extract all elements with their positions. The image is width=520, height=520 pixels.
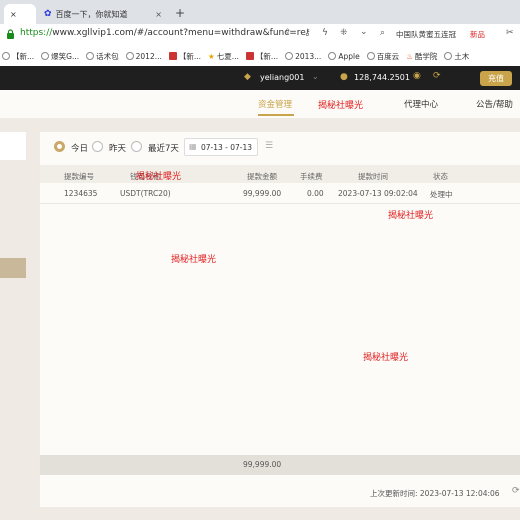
globe-icon xyxy=(125,52,134,60)
bookmark-item[interactable]: Apple xyxy=(328,52,360,61)
row-divider xyxy=(40,203,520,204)
col-time: 提款时间 xyxy=(358,172,388,181)
hot-badge[interactable]: 新品 xyxy=(470,29,485,40)
bookmark-item[interactable]: 话术包 xyxy=(86,51,119,62)
cut-icon[interactable]: ✂ xyxy=(506,28,514,38)
globe-icon xyxy=(86,52,95,60)
browser-tab-bar: × ✿ 百度一下，你就知道 × + xyxy=(0,0,520,24)
browser-tab-current[interactable]: × xyxy=(4,4,36,24)
radio-last7-label[interactable]: 最近7天 xyxy=(148,142,179,154)
username[interactable]: yeliang001 xyxy=(260,73,304,82)
nav-agent[interactable]: 代理中心 xyxy=(404,98,438,110)
diamond-icon: ◆ xyxy=(244,72,251,82)
coin-icon: ● xyxy=(340,72,348,82)
chevron-down-icon[interactable]: ⌄ xyxy=(312,72,319,81)
bookmark-icon xyxy=(168,52,177,60)
baidu-paw-icon: ✿ xyxy=(44,9,52,19)
watermark-header: 揭秘社曝光 xyxy=(136,172,182,182)
radio-last7[interactable] xyxy=(131,141,142,154)
bookmark-item[interactable]: 2012... xyxy=(125,52,162,61)
bookmark-item[interactable]: 土木 xyxy=(444,51,469,62)
bookmark-item[interactable]: 【新... xyxy=(168,51,201,62)
browser-search-input[interactable]: 中国队黄蜜五连冠 xyxy=(396,29,456,40)
cell-fee: 0.00 xyxy=(307,189,324,198)
filter-icon[interactable]: ☰ xyxy=(265,141,273,151)
globe-icon xyxy=(41,52,50,60)
date-range-value: 07-13 - 07-13 xyxy=(201,143,253,152)
cell-status: 处理中 xyxy=(430,190,453,199)
share-icon[interactable]: ⇪ xyxy=(284,28,292,38)
bookmark-item[interactable]: ♨ 酷学院 xyxy=(406,51,437,62)
nav-watermark: 揭秘社曝光 xyxy=(318,101,364,111)
cell-withdraw-id: 1234635 xyxy=(64,189,98,198)
col-status: 状态 xyxy=(433,172,448,181)
globe-icon xyxy=(444,52,453,60)
recharge-button[interactable]: 充值 xyxy=(480,71,512,86)
col-amount: 提款金额 xyxy=(247,172,277,181)
chevron-down-icon[interactable]: ⌄ xyxy=(360,27,368,37)
nav-help[interactable]: 公告/帮助 xyxy=(476,98,513,110)
refresh-icon[interactable]: ⟳ xyxy=(512,486,520,496)
bookmark-icon xyxy=(245,52,254,60)
refresh-icon[interactable]: ⟳ xyxy=(433,71,441,81)
cell-time: 2023-07-13 09:02:04 xyxy=(338,189,418,198)
star-icon: ★ xyxy=(208,51,215,61)
bookmark-item[interactable]: 百度云 xyxy=(366,51,399,62)
new-tab-button[interactable]: + xyxy=(175,6,185,20)
radio-yesterday[interactable] xyxy=(92,141,103,154)
tab-title: 百度一下，你就知道 xyxy=(55,9,128,19)
eye-icon[interactable]: ◉ xyxy=(413,71,421,81)
main-nav: 资金管理 揭秘社曝光 代理中心 公告/帮助 xyxy=(0,90,520,119)
globe-icon xyxy=(285,52,294,60)
side-panel xyxy=(0,132,26,160)
side-menu-active[interactable] xyxy=(0,258,26,278)
bookmark-item[interactable]: ★ 七夏... xyxy=(208,51,239,62)
watermark-text: 揭秘社曝光 xyxy=(363,353,409,363)
bookmarks-bar: 【新... 爆笑G... 话术包 2012... 【新... ★ 七夏... 【新… xyxy=(0,46,520,67)
globe-icon xyxy=(2,52,10,60)
globe-icon xyxy=(366,52,375,60)
globe-icon xyxy=(328,52,337,60)
table-header xyxy=(40,165,520,183)
bookmark-item[interactable]: 【新... xyxy=(245,51,278,62)
col-fee: 手续费 xyxy=(300,172,323,181)
date-range-input[interactable]: ▦ 07-13 - 07-13 xyxy=(184,138,258,156)
search-icon: ⌕ xyxy=(380,28,386,38)
calendar-icon: ▦ xyxy=(189,142,197,151)
radio-today[interactable] xyxy=(54,141,65,154)
last-update-time: 上次更新时间: 2023-07-13 12:04:06 xyxy=(370,489,500,498)
nav-active-underline xyxy=(258,114,294,116)
cell-wallet: USDT(TRC20) xyxy=(120,189,171,198)
balance: 128,744.2501 xyxy=(354,73,410,82)
url-field[interactable]: https://www.xgllvip1.com/#/account?menu=… xyxy=(20,28,306,38)
cell-amount: 99,999.00 xyxy=(243,189,282,198)
bookmark-item[interactable]: 爆笑G... xyxy=(41,51,79,62)
col-withdraw-id: 提款编号 xyxy=(64,172,94,181)
fire-icon: ♨ xyxy=(406,51,413,61)
address-bar: https://www.xgllvip1.com/#/account?menu=… xyxy=(0,24,520,47)
watermark-text: 揭秘社曝光 xyxy=(171,255,217,265)
nav-funds[interactable]: 资金管理 xyxy=(258,98,292,110)
key-icon[interactable]: ⚷ xyxy=(304,28,311,38)
tab-close-icon[interactable]: × xyxy=(10,10,17,19)
site-top-bar: ◆ yeliang001 ⌄ ● 128,744.2501 ◉ ⟳ 充值 xyxy=(0,66,520,90)
radio-today-label[interactable]: 今日 xyxy=(71,142,88,154)
browser-tab-baidu[interactable]: ✿ 百度一下，你就知道 × xyxy=(38,4,168,24)
grid-icon[interactable]: ⁜ xyxy=(340,28,348,38)
bookmark-item[interactable]: 2013... xyxy=(285,52,321,61)
radio-yesterday-label[interactable]: 昨天 xyxy=(109,142,126,154)
bookmark-item[interactable]: 【新... xyxy=(2,51,34,62)
lightning-icon[interactable]: ϟ xyxy=(322,28,328,38)
total-amount: 99,999.00 xyxy=(243,460,282,469)
lock-icon[interactable] xyxy=(6,29,15,39)
watermark-text: 揭秘社曝光 xyxy=(388,211,434,221)
tab-close-icon[interactable]: × xyxy=(155,10,162,19)
